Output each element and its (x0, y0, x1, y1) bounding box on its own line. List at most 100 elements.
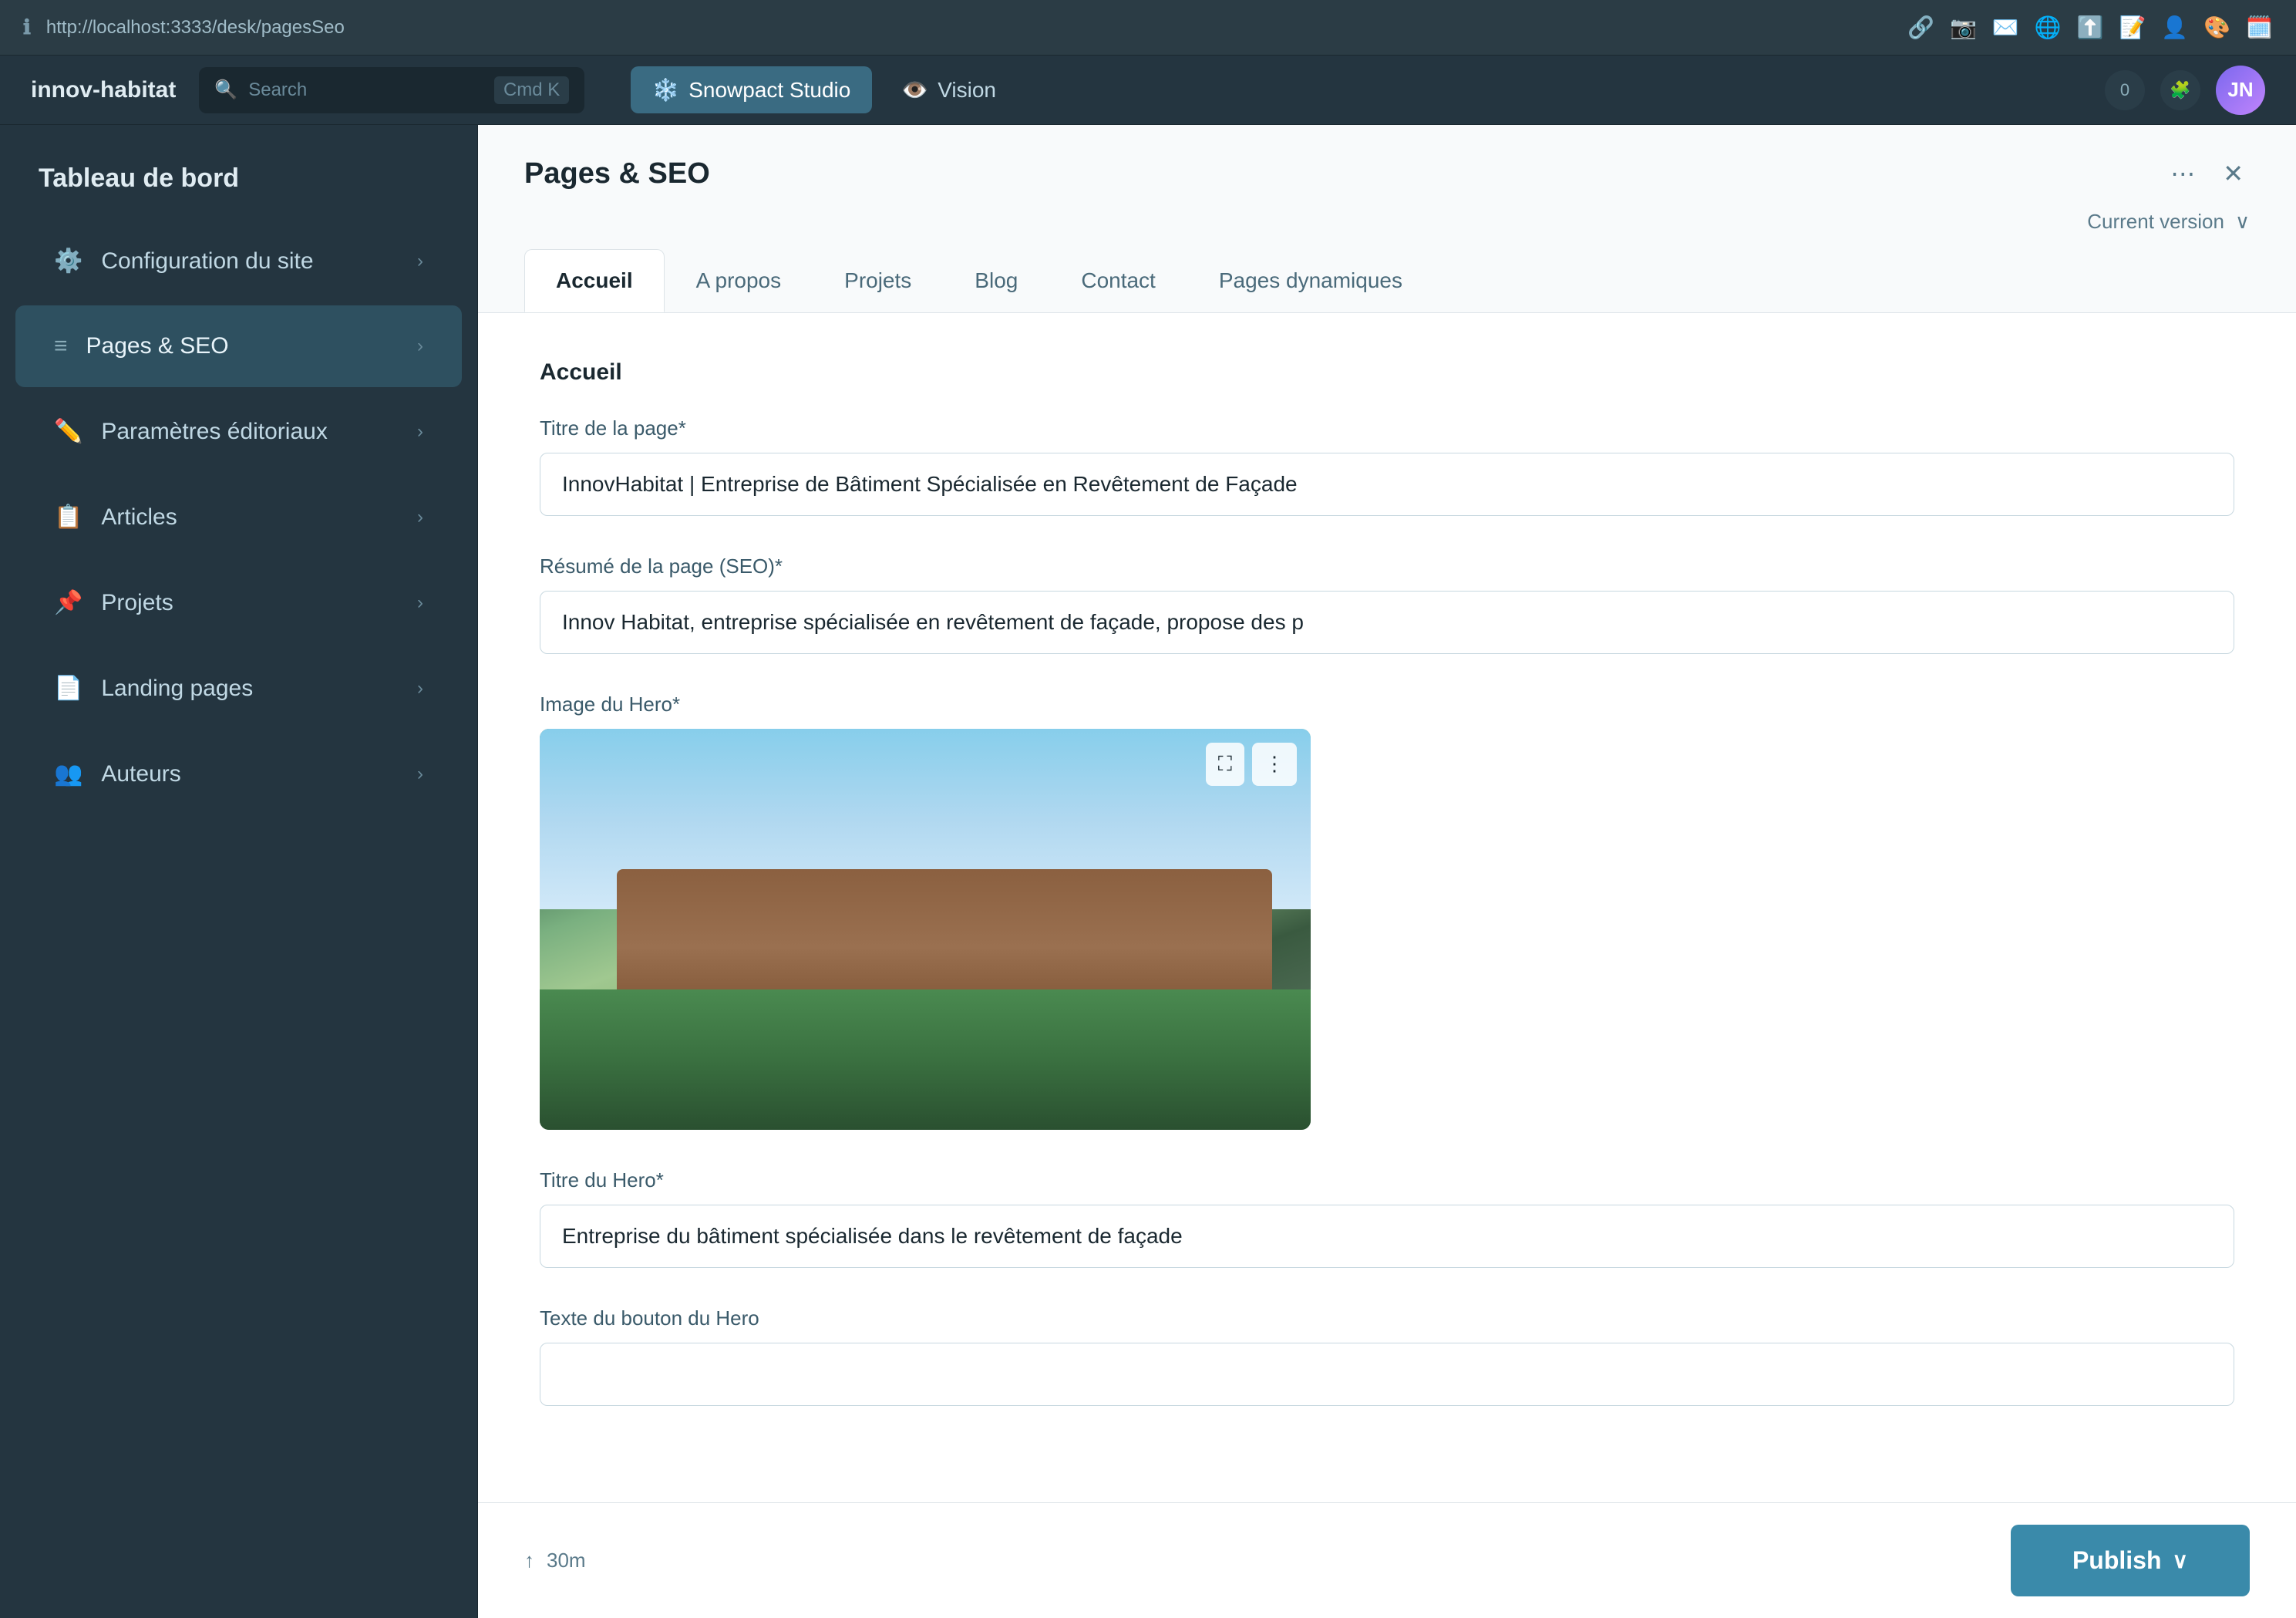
sidebar-item-configuration[interactable]: ⚙️ Configuration du site › (15, 220, 462, 302)
browser-url: http://localhost:3333/desk/pagesSeo (46, 17, 345, 39)
articles-icon: 📋 (54, 504, 82, 531)
form-group-resume-page: Résumé de la page (SEO)* (540, 555, 2234, 654)
config-label: Configuration du site (101, 248, 399, 275)
tab-projets[interactable]: Projets (813, 249, 943, 312)
more-options-icon[interactable]: ⋯ (2164, 153, 2201, 194)
section-heading: Accueil (540, 359, 2234, 386)
hero-image (540, 729, 1311, 1130)
label-image-hero: Image du Hero* (540, 693, 2234, 716)
current-version-row: Current version ∨ (524, 210, 2250, 249)
image-overlay-buttons: ⛶ ⋮ (1206, 743, 1297, 786)
pages-icon: ≡ (54, 333, 68, 359)
sidebar-item-landing[interactable]: 📄 Landing pages › (15, 647, 462, 730)
user-icon[interactable]: 👤 (2161, 15, 2188, 40)
time-indicator: 30m (547, 1549, 586, 1572)
content-area: Pages & SEO ⋯ ✕ Current version ∨ Accuei… (478, 125, 2296, 1618)
label-texte-bouton-hero: Texte du bouton du Hero (540, 1306, 2234, 1330)
articles-label: Articles (101, 504, 399, 531)
projets-arrow-icon: › (417, 592, 423, 614)
calendar-icon[interactable]: 🗓️ (2246, 15, 2273, 40)
greenery-layer (540, 989, 1311, 1130)
sidebar-item-pages-seo[interactable]: ≡ Pages & SEO › (15, 305, 462, 387)
input-resume-page[interactable] (540, 591, 2234, 654)
parametres-arrow-icon: › (417, 421, 423, 443)
notification-badge[interactable]: 0 (2105, 70, 2145, 110)
image-hero-container[interactable]: ⛶ ⋮ (540, 729, 1311, 1130)
time-up-icon: ↑ (524, 1549, 534, 1572)
nav-snowpact-studio[interactable]: ❄️ Snowpact Studio (631, 66, 872, 113)
more-image-options-icon[interactable]: ⋮ (1252, 743, 1297, 786)
sidebar-item-projets[interactable]: 📌 Projets › (15, 561, 462, 644)
landing-arrow-icon: › (417, 678, 423, 699)
publish-label: Publish (2072, 1546, 2162, 1575)
mail-icon[interactable]: ✉️ (1992, 15, 2019, 40)
projets-label: Projets (101, 590, 399, 616)
note-icon[interactable]: 📝 (2119, 15, 2146, 40)
search-icon: 🔍 (214, 79, 237, 101)
projets-icon: 📌 (54, 589, 82, 616)
current-version-chevron-icon: ∨ (2235, 210, 2250, 234)
vision-label: Vision (938, 78, 996, 103)
tabs-row: Accueil A propos Projets Blog Contact Pa… (524, 249, 2250, 312)
avatar[interactable]: JN (2216, 66, 2265, 115)
vision-icon: 👁️ (901, 77, 928, 103)
upload-icon[interactable]: ⬆️ (2077, 15, 2104, 40)
input-titre-page[interactable] (540, 453, 2234, 516)
panel-header-icons: ⋯ ✕ (2164, 153, 2250, 194)
snowpact-icon: ❄️ (652, 77, 679, 103)
current-version-label: Current version (2087, 210, 2224, 234)
app-logo: innov-habitat (31, 77, 176, 103)
auteurs-icon: 👥 (54, 760, 82, 787)
landing-label: Landing pages (101, 676, 399, 702)
footer-left: ↑ 30m (524, 1549, 586, 1572)
search-bar[interactable]: 🔍 Search Cmd K (199, 67, 584, 113)
tab-contact[interactable]: Contact (1049, 249, 1187, 312)
main-layout: Tableau de bord ⚙️ Configuration du site… (0, 125, 2296, 1618)
publish-chevron-icon: ∨ (2173, 1548, 2189, 1573)
tab-apropos[interactable]: A propos (665, 249, 813, 312)
search-placeholder: Search (248, 79, 307, 101)
pages-arrow-icon: › (417, 335, 423, 357)
crop-icon[interactable]: ⛶ (1206, 743, 1244, 786)
sidebar-item-articles[interactable]: 📋 Articles › (15, 476, 462, 558)
auteurs-label: Auteurs (101, 761, 399, 787)
config-arrow-icon: › (417, 251, 423, 272)
panel-body: Accueil Titre de la page* Résumé de la p… (478, 313, 2296, 1502)
browser-bar: ℹ http://localhost:3333/desk/pagesSeo 🔗 … (0, 0, 2296, 56)
camera-icon[interactable]: 📷 (1950, 15, 1977, 40)
info-icon: ℹ (23, 15, 31, 39)
sidebar-title: Tableau de bord (0, 140, 477, 217)
panel-title-row: Pages & SEO ⋯ ✕ (524, 153, 2250, 210)
app-bar-nav: ❄️ Snowpact Studio 👁️ Vision (631, 66, 1018, 113)
nav-vision[interactable]: 👁️ Vision (880, 66, 1018, 113)
pages-label: Pages & SEO (86, 333, 399, 359)
extensions-icon[interactable]: 🧩 (2160, 70, 2200, 110)
palette-icon[interactable]: 🎨 (2203, 15, 2230, 40)
notif-count: 0 (2120, 80, 2129, 100)
config-icon: ⚙️ (54, 248, 82, 275)
articles-arrow-icon: › (417, 507, 423, 528)
panel-title: Pages & SEO (524, 157, 710, 190)
globe-icon[interactable]: 🌐 (2035, 15, 2062, 40)
parametres-icon: ✏️ (54, 418, 82, 445)
tab-accueil[interactable]: Accueil (524, 249, 665, 312)
sidebar-item-parametres[interactable]: ✏️ Paramètres éditoriaux › (15, 390, 462, 473)
sidebar-item-auteurs[interactable]: 👥 Auteurs › (15, 733, 462, 815)
panel-header: Pages & SEO ⋯ ✕ Current version ∨ Accuei… (478, 125, 2296, 313)
input-texte-bouton-hero[interactable] (540, 1343, 2234, 1406)
link-icon[interactable]: 🔗 (1907, 15, 1934, 40)
label-resume-page: Résumé de la page (SEO)* (540, 555, 2234, 578)
tab-pages-dynamiques[interactable]: Pages dynamiques (1187, 249, 1434, 312)
panel-footer: ↑ 30m Publish ∨ (478, 1502, 2296, 1618)
snowpact-label: Snowpact Studio (688, 78, 850, 103)
publish-button[interactable]: Publish ∨ (2011, 1525, 2250, 1596)
form-group-texte-bouton-hero: Texte du bouton du Hero (540, 1306, 2234, 1406)
browser-icons: 🔗 📷 ✉️ 🌐 ⬆️ 📝 👤 🎨 🗓️ (1907, 15, 2273, 40)
label-titre-page: Titre de la page* (540, 416, 2234, 440)
parametres-label: Paramètres éditoriaux (101, 419, 399, 445)
close-icon[interactable]: ✕ (2217, 153, 2250, 194)
form-group-image-hero: Image du Hero* ⛶ ⋮ (540, 693, 2234, 1130)
tab-blog[interactable]: Blog (943, 249, 1049, 312)
landing-icon: 📄 (54, 675, 82, 702)
input-titre-hero[interactable] (540, 1205, 2234, 1268)
